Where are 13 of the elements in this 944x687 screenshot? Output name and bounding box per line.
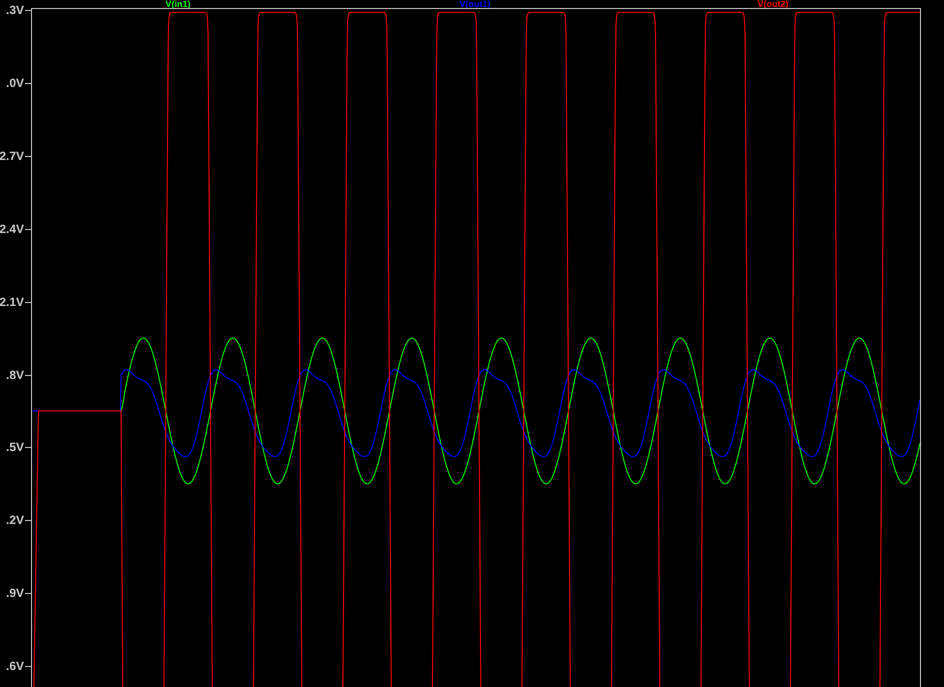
trace-label: V(out2) (758, 0, 788, 9)
y-tick-label: 2.7V (0, 148, 24, 163)
y-tick-label: .0V (6, 76, 24, 90)
y-tick-label: .2V (6, 513, 24, 528)
trace-label: V(out1) (460, 0, 490, 9)
y-tick-label: .5V (6, 440, 24, 454)
y-tick-label: .9V (6, 586, 24, 600)
y-tick-label: .8V (6, 368, 24, 382)
y-tick-label: .3V (6, 3, 24, 17)
y-tick-label: 2.4V (0, 222, 24, 236)
y-tick-label: 2.1V (0, 294, 24, 309)
trace-label: V(in1) (166, 0, 190, 9)
y-tick-label: .6V (6, 659, 24, 674)
